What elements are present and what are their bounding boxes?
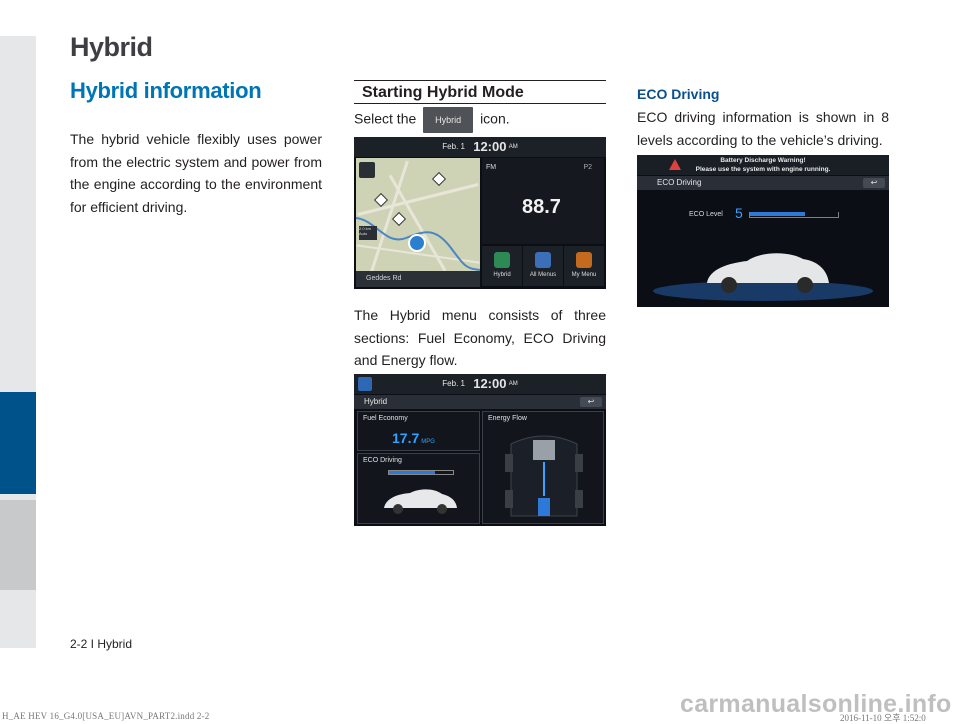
folder-icon: [576, 252, 592, 268]
radio-band: FM: [486, 164, 497, 171]
car-image: [384, 489, 457, 514]
subsection-header: Starting Hybrid Mode: [354, 80, 606, 104]
fuel-economy-value: 17.7: [392, 430, 420, 446]
status-bar: Feb. 1 12:00 AM: [354, 374, 606, 394]
my-menu-tile[interactable]: My Menu: [564, 246, 604, 286]
subsection-title: Starting Hybrid Mode: [362, 84, 524, 101]
radio-frequency: 88.7: [522, 196, 561, 218]
eco-level-gauge: [749, 212, 839, 218]
eco-driving-image: Battery Discharge Warning! Please use th…: [637, 155, 889, 307]
chapter-tab-active: [0, 392, 36, 494]
eco-driving-gauge: [388, 470, 454, 475]
hybrid-tile[interactable]: Hybrid: [482, 246, 522, 286]
print-slug: H_AE HEV 16_G4.0[USA_EU]AVN_PART2.indd 2…: [2, 711, 210, 721]
page-number: 2-2 I Hybrid: [70, 637, 133, 651]
select-suffix: icon.: [480, 110, 510, 127]
fuel-economy-unit: MPG: [421, 439, 435, 445]
hybrid-menu-image: Feb. 1 12:00 AM Hybrid ↩ Fuel Economy 17…: [354, 374, 606, 526]
status-date: Feb. 1: [442, 142, 465, 152]
all-menus-tile[interactable]: All Menus: [523, 246, 563, 286]
route-line: [356, 217, 480, 271]
radio-preset: P2: [583, 164, 592, 171]
eco-title-bar: ECO Driving ↩: [637, 176, 889, 190]
my-menu-tile-label: My Menu: [571, 272, 597, 278]
select-instruction: Select the Hybrid icon.: [354, 107, 510, 133]
eco-level-gauge-fill: [750, 212, 805, 216]
map-scale-mode: Auto: [359, 231, 368, 236]
eco-driving-paragraph: ECO driving information is shown in 8 le…: [637, 109, 889, 148]
car-image: [653, 253, 873, 301]
eco-driving-heading: ECO Driving: [637, 86, 720, 102]
watermark: carmanualsonline.info: [680, 690, 952, 718]
hybrid-menu-paragraph: The Hybrid menu consists of three sectio…: [354, 307, 606, 368]
fuel-economy-readout: 17.7 MPG: [392, 430, 435, 446]
status-bar: Feb. 1 12:00 AM: [354, 137, 606, 157]
battery-warning-bar: Battery Discharge Warning! Please use th…: [637, 155, 889, 175]
eco-level-label: ECO Level: [689, 211, 723, 218]
vehicle-position-icon: [408, 234, 426, 252]
home-icon[interactable]: [358, 377, 372, 391]
fuel-economy-title: Fuel Economy: [363, 415, 408, 422]
radio-widget[interactable]: FM P2 88.7: [482, 158, 604, 244]
map-scale: 2.0 km Auto: [359, 226, 377, 240]
back-button[interactable]: ↩: [580, 397, 602, 407]
status-ampm: AM: [508, 144, 518, 150]
all-menus-tile-label: All Menus: [529, 272, 557, 278]
eco-screen-title: ECO Driving: [657, 178, 702, 187]
chapter-tab: [0, 500, 36, 590]
hybrid-tile-label: Hybrid: [493, 272, 511, 278]
energy-flow-panel[interactable]: Energy Flow: [482, 411, 604, 524]
eco-driving-panel[interactable]: ECO Driving: [357, 453, 480, 524]
leaf-icon: [494, 252, 510, 268]
fuel-economy-panel[interactable]: Fuel Economy 17.7 MPG: [357, 411, 480, 451]
warning-icon: [669, 159, 681, 170]
hybrid-button-chip: Hybrid: [423, 107, 474, 133]
eco-level-value: 5: [735, 205, 743, 221]
back-button[interactable]: ↩: [863, 178, 885, 188]
energy-flow-title: Energy Flow: [488, 415, 527, 422]
status-date: Feb. 1: [442, 379, 465, 389]
status-ampm: AM: [508, 381, 518, 387]
compass-button[interactable]: [359, 162, 375, 178]
home-screen-image: Feb. 1 12:00 AM 2.0 km Auto Geddes Rd FM…: [354, 137, 606, 289]
section-title: Hybrid information: [70, 78, 262, 103]
chapter-title: Hybrid: [70, 32, 153, 62]
current-street: Geddes Rd: [356, 271, 480, 287]
grid-icon: [535, 252, 551, 268]
eco-driving-gauge-fill: [389, 471, 436, 474]
energy-flow-diagram: [505, 435, 583, 517]
hybrid-screen-title: Hybrid: [364, 397, 388, 406]
status-time: 12:00: [473, 139, 507, 154]
hybrid-info-paragraph: The hybrid vehicle flexibly uses power f…: [70, 131, 322, 215]
navigation-map: 2.0 km Auto Geddes Rd: [356, 158, 480, 287]
hybrid-title-bar: Hybrid ↩: [354, 395, 606, 409]
status-time: 12:00: [473, 376, 507, 391]
select-prefix: Select the: [354, 110, 417, 127]
eco-driving-title: ECO Driving: [363, 457, 402, 464]
